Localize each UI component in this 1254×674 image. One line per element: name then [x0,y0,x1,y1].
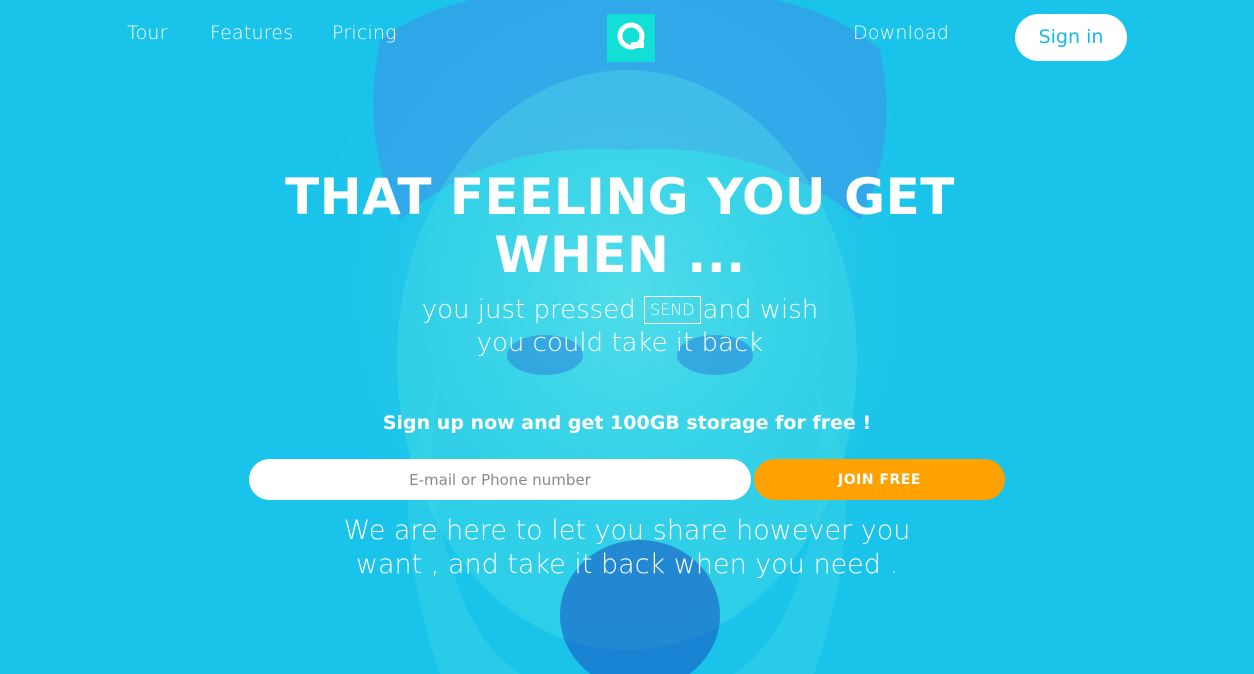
q-logo-icon[interactable] [607,14,655,62]
hero-subheadline: you just pressed SEND and wish you could … [360,294,880,360]
email-phone-input[interactable] [249,459,751,500]
nav-link-features[interactable]: Features [210,22,293,44]
headline-line-1: THAT FEELING YOU GET [285,168,955,226]
sub-text-after: and wish [702,295,819,325]
sign-in-button[interactable]: Sign in [1015,14,1127,61]
join-free-button[interactable]: JOIN FREE [754,459,1005,500]
logo-glyph [617,22,645,50]
send-badge: SEND [643,296,701,324]
tagline-line-1: We are here to let you share however you [343,515,911,546]
headline-line-2: WHEN ... [494,226,746,284]
tagline-line-2: want , and take it back when you need . [355,549,899,580]
promo-text: Sign up now and get 100GB storage for fr… [382,412,872,434]
sub-text-line-2: you could take it back [476,328,764,358]
nav-link-download[interactable]: Download [853,22,949,44]
tagline: We are here to let you share however you… [320,514,934,582]
nav-link-pricing[interactable]: Pricing [332,22,397,44]
sub-text-before: you just pressed [421,295,636,325]
nav-link-tour[interactable]: Tour [127,22,168,44]
hero-headline: THAT FEELING YOU GET WHEN ... [270,168,970,284]
